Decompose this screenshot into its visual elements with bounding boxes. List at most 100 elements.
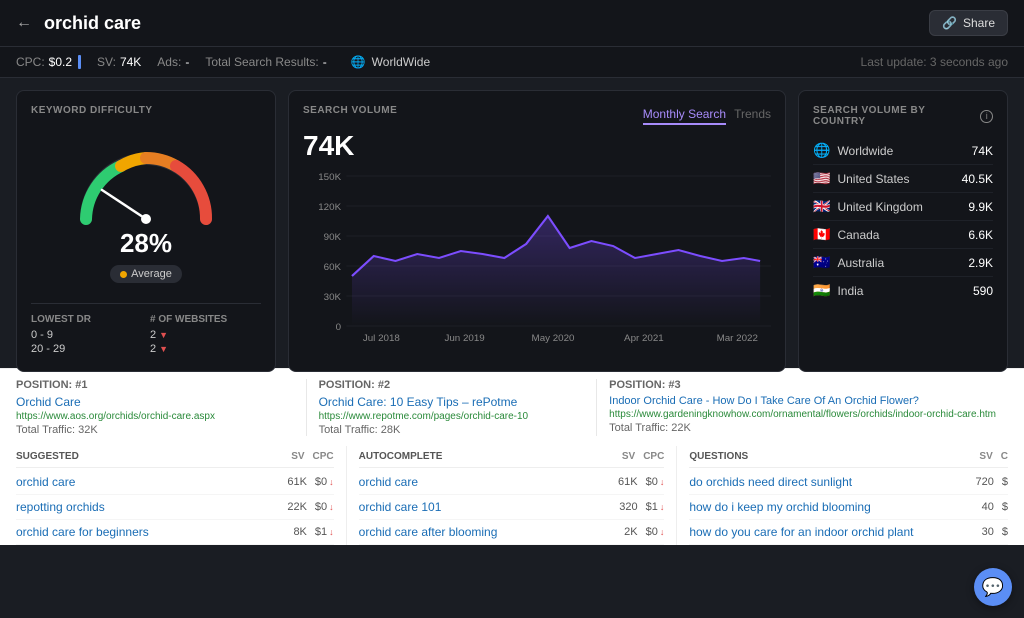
country-name: Worldwide <box>837 144 893 158</box>
keyword-tables: SUGGESTED SV CPC orchid care61K$0 ↓repot… <box>0 442 1024 545</box>
suggested-rows: orchid care 61K $0 ↓repotting orchids22K$0… <box>16 470 334 545</box>
autocomplete-row: orchid care 101 320 $1 ↓ <box>359 495 665 520</box>
country-row[interactable]: 🇺🇸 United States 40.5K <box>813 165 993 193</box>
gauge-wrapper <box>66 134 226 224</box>
suggested-row: repotting orchids22K$0 ↓ <box>16 495 334 520</box>
last-update: Last update: 3 seconds ago <box>861 55 1008 69</box>
country-left: 🇺🇸 United States <box>813 170 909 187</box>
kw-c: $ <box>1002 526 1008 538</box>
trend-icon: ↓ <box>329 477 334 487</box>
kw-cpc: $0 ↓ <box>646 476 665 488</box>
autocomplete-col: AUTOCOMPLETE SV CPC orchid care61K$0 ↓or… <box>347 446 678 545</box>
country-row[interactable]: 🌐Worldwide74K <box>813 137 993 165</box>
kw-sv: 320 <box>619 501 637 513</box>
country-name: United States <box>837 172 909 186</box>
kw-link[interactable]: orchid care <box>359 475 610 489</box>
back-button[interactable]: ← <box>16 14 32 32</box>
country-value: 40.5K <box>962 172 993 186</box>
kw-sv: 8K <box>293 526 306 538</box>
country-header: SEARCH VOLUME BY COUNTRY i <box>813 105 993 127</box>
kw-link[interactable]: do orchids need direct sunlight <box>689 475 967 489</box>
country-name: India <box>837 284 863 298</box>
suggested-header: SUGGESTED SV CPC <box>16 446 334 468</box>
trend-icon: ↓ <box>660 477 665 487</box>
dr-count-2: 2▼ <box>150 343 261 355</box>
kw-cpc: $0 ↓ <box>315 501 334 513</box>
kw-grid: SUGGESTED SV CPC orchid care61K$0 ↓repot… <box>16 446 1008 545</box>
search-volume-card: SEARCH VOLUME Monthly Search Trends 74K … <box>288 90 786 372</box>
country-row[interactable]: 🇦🇺Australia2.9K <box>813 249 993 277</box>
sv-title: SEARCH VOLUME <box>303 105 397 116</box>
svg-text:May 2020: May 2020 <box>532 332 575 343</box>
flag-icon: 🇺🇸 <box>813 170 830 187</box>
kw-cpc: $1 ↓ <box>646 501 665 513</box>
dr-count-1: 2▼ <box>150 329 261 341</box>
region-selector[interactable]: 🌐 WorldWide <box>351 55 430 69</box>
kd-badge: Average <box>110 265 182 283</box>
svg-text:30K: 30K <box>324 291 342 302</box>
kw-sv: 30 <box>982 526 994 538</box>
dr-row-2: 20 - 29 <box>31 343 142 355</box>
kw-c: $ <box>1002 476 1008 488</box>
kw-sv: 2K <box>624 526 637 538</box>
dr-right: # OF WEBSITES 2▼ 2▼ <box>150 314 261 357</box>
share-button[interactable]: 🔗 Share <box>929 10 1008 36</box>
kw-sv: 40 <box>982 501 994 513</box>
svg-text:Jul 2018: Jul 2018 <box>363 332 400 343</box>
dr-left: LOWEST DR 0 - 9 20 - 29 <box>31 314 142 357</box>
chart-area: 150K 120K 90K 60K 30K 0 Jul 2018 Jun 201… <box>303 166 771 357</box>
pos1-link[interactable]: Orchid Care <box>16 395 294 409</box>
kw-sv: 61K <box>618 476 638 488</box>
country-left: 🇬🇧United Kingdom <box>813 198 923 215</box>
kw-cpc: $1 ↓ <box>315 526 334 538</box>
pos1-url: https://www.aos.org/orchids/orchid-care.… <box>16 411 294 422</box>
flag-icon: 🇮🇳 <box>813 282 830 299</box>
sv-tabs: Monthly Search Trends <box>643 107 771 125</box>
country-value: 9.9K <box>968 200 993 214</box>
kw-link[interactable]: orchid care for beginners <box>16 525 285 539</box>
kw-link[interactable]: how do i keep my orchid blooming <box>689 500 973 514</box>
link-icon: 🔗 <box>942 16 957 30</box>
country-row[interactable]: 🇮🇳India590 <box>813 277 993 304</box>
questions-row: do orchids need direct sunlight 720 $ <box>689 470 1008 495</box>
country-name: Australia <box>837 256 884 270</box>
kw-link[interactable]: orchid care <box>16 475 279 489</box>
sv-big-value: 74K <box>303 130 771 162</box>
kw-link[interactable]: orchid care after blooming <box>359 525 616 539</box>
autocomplete-row: orchid care after blooming2K$0 ↓ <box>359 520 665 545</box>
country-name: Canada <box>837 228 879 242</box>
keyword-difficulty-card: KEYWORD DIFFICULTY <box>16 90 276 372</box>
kw-sv: 61K <box>287 476 307 488</box>
kw-link[interactable]: how do you care for an indoor orchid pla… <box>689 525 973 539</box>
chat-button[interactable]: 💬 <box>974 568 1012 606</box>
tab-monthly[interactable]: Monthly Search <box>643 107 726 125</box>
kw-sv: 720 <box>976 476 994 488</box>
country-row[interactable]: 🇨🇦Canada6.6K <box>813 221 993 249</box>
country-card: SEARCH VOLUME BY COUNTRY i 🌐Worldwide74K… <box>798 90 1008 372</box>
questions-header: QUESTIONS SV C <box>689 446 1008 468</box>
pos3-link[interactable]: Indoor Orchid Care - How Do I Take Care … <box>609 395 996 407</box>
pos3-label: POSITION: #3 <box>609 379 996 391</box>
dashboard: KEYWORD DIFFICULTY <box>0 78 1024 368</box>
flag-icon: 🌐 <box>813 142 830 159</box>
flag-icon: 🇨🇦 <box>813 226 830 243</box>
kw-link[interactable]: orchid care 101 <box>359 500 612 514</box>
pos3-url: https://www.gardeningknowhow.com/ornamen… <box>609 409 996 420</box>
pos2-link[interactable]: Orchid Care: 10 Easy Tips – rePotme <box>319 395 585 409</box>
pos2-traffic: Total Traffic: 28K <box>319 424 585 436</box>
tab-trends[interactable]: Trends <box>734 107 771 125</box>
country-row[interactable]: 🇬🇧United Kingdom 9.9K <box>813 193 993 221</box>
gauge-container: 28% Average <box>31 126 261 291</box>
autocomplete-rows: orchid care 61K $0 ↓ orchid care 101 320 $1 ↓… <box>359 470 665 545</box>
kw-link[interactable]: repotting orchids <box>16 500 279 514</box>
trend-icon: ↓ <box>329 502 334 512</box>
svg-text:0: 0 <box>336 321 341 332</box>
flag-icon: 🇦🇺 <box>813 254 830 271</box>
dr-section: LOWEST DR 0 - 9 20 - 29 # OF WEBSITES 2▼… <box>31 303 261 357</box>
country-list: 🌐Worldwide74K🇺🇸United States40.5K🇬🇧Unite… <box>813 137 993 304</box>
pos1-traffic: Total Traffic: 32K <box>16 424 294 436</box>
country-left: 🇦🇺 Australia <box>813 254 884 271</box>
kd-value: 28% <box>120 228 172 259</box>
ads-item: Ads: - <box>157 55 189 69</box>
autocomplete-row: orchid care 61K $0 ↓ <box>359 470 665 495</box>
